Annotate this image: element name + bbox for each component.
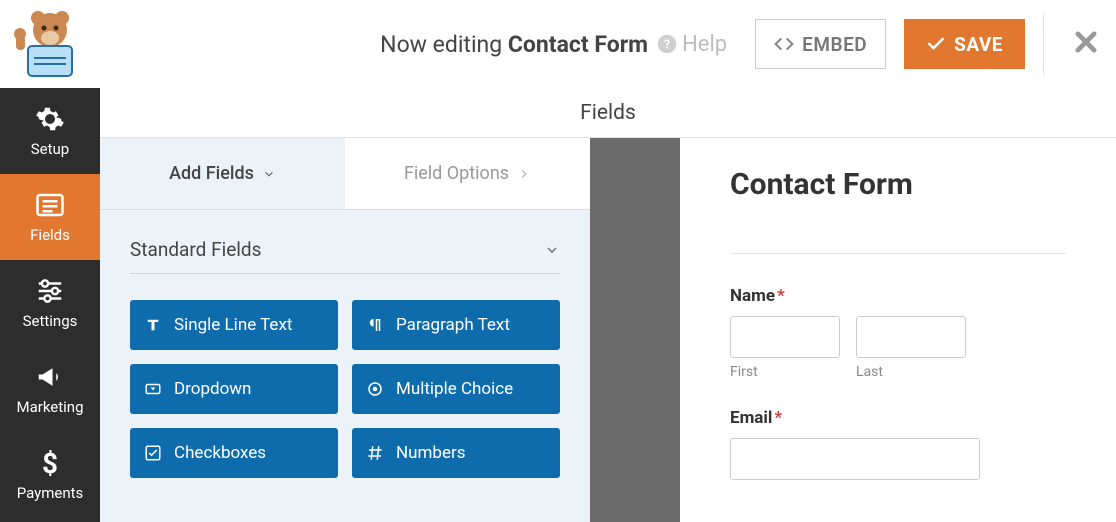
chevron-right-icon	[517, 167, 531, 181]
divider	[1043, 13, 1044, 75]
bullhorn-icon	[35, 362, 65, 392]
top-bar: Now editing Contact Form ? Help EMBED SA…	[0, 0, 1116, 88]
gear-icon	[35, 104, 65, 134]
field-numbers[interactable]: Numbers	[352, 428, 560, 478]
sidebar: Setup Fields Settings Marketing $ Paymen…	[0, 88, 100, 522]
field-multiple-choice[interactable]: Multiple Choice	[352, 364, 560, 414]
sidebar-item-settings[interactable]: Settings	[0, 260, 100, 346]
check-icon	[926, 34, 946, 54]
dropdown-icon	[144, 380, 162, 398]
list-icon	[35, 190, 65, 220]
help-icon: ?	[656, 33, 678, 55]
section-header[interactable]: Standard Fields	[130, 238, 560, 274]
dollar-icon: $	[35, 448, 65, 478]
svg-text:?: ?	[664, 38, 670, 53]
form-preview: Contact Form Name* First Last Em	[680, 138, 1116, 522]
close-icon	[1072, 28, 1100, 56]
name-label: Name*	[730, 286, 1066, 306]
now-editing-label: Now editing Contact Form	[380, 31, 648, 58]
svg-text:$: $	[42, 448, 58, 478]
help-button[interactable]: ? Help	[656, 32, 727, 57]
text-icon	[144, 316, 162, 334]
chevron-down-icon	[544, 242, 560, 258]
paragraph-icon	[366, 316, 384, 334]
field-single-line-text[interactable]: Single Line Text	[130, 300, 338, 350]
panel-header: Fields	[100, 88, 1116, 138]
form-title: Contact Form	[730, 168, 950, 203]
tab-field-options[interactable]: Field Options	[345, 138, 590, 210]
field-checkboxes[interactable]: Checkboxes	[130, 428, 338, 478]
email-label: Email*	[730, 408, 1066, 428]
save-button[interactable]: SAVE	[904, 19, 1025, 69]
last-sublabel: Last	[856, 364, 966, 380]
first-sublabel: First	[730, 364, 840, 380]
field-paragraph-text[interactable]: Paragraph Text	[352, 300, 560, 350]
tab-add-fields[interactable]: Add Fields	[100, 138, 345, 210]
chevron-down-icon	[262, 167, 276, 181]
first-name-input[interactable]	[730, 316, 840, 358]
embed-button[interactable]: EMBED	[755, 19, 886, 69]
close-button[interactable]	[1072, 28, 1100, 60]
checkbox-icon	[144, 444, 162, 462]
field-dropdown[interactable]: Dropdown	[130, 364, 338, 414]
fields-panel: Add Fields Field Options Standard Fields	[100, 138, 590, 522]
sidebar-item-fields[interactable]: Fields	[0, 174, 100, 260]
last-name-input[interactable]	[856, 316, 966, 358]
app-logo	[8, 4, 92, 84]
sliders-icon	[35, 276, 65, 306]
sidebar-item-setup[interactable]: Setup	[0, 88, 100, 174]
email-input[interactable]	[730, 438, 980, 480]
gutter	[590, 138, 680, 522]
sidebar-item-marketing[interactable]: Marketing	[0, 346, 100, 432]
sidebar-item-payments[interactable]: $ Payments	[0, 432, 100, 518]
radio-icon	[366, 380, 384, 398]
code-icon	[774, 34, 794, 54]
divider-line	[730, 253, 1066, 254]
hash-icon	[366, 444, 384, 462]
